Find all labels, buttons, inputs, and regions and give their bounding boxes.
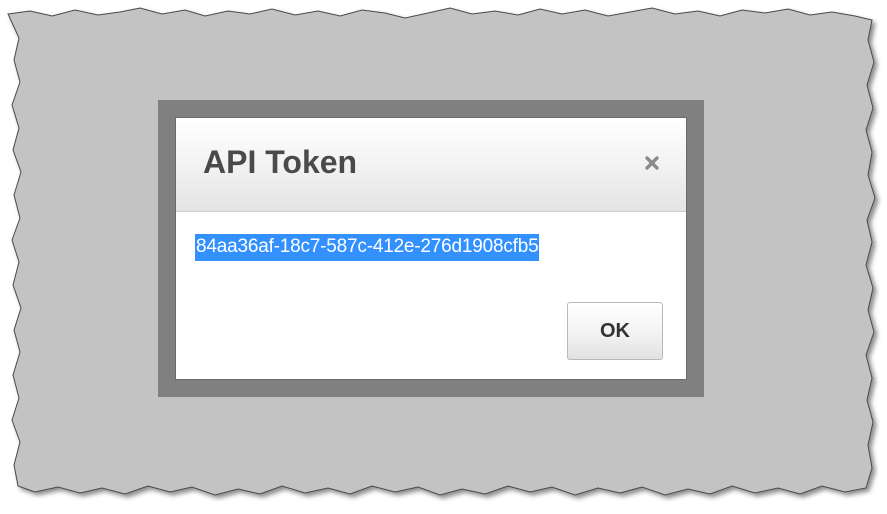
dialog-header: API Token [176,118,686,212]
token-container: 84aa36af-18c7-587c-412e-276d1908cfb5 [195,234,540,261]
close-button[interactable] [640,151,664,175]
close-icon [645,156,659,170]
ok-button[interactable]: OK [567,302,663,360]
modal-frame: API Token 84aa36af-18c7-587c-412e-276d19… [158,100,704,397]
api-token-value[interactable]: 84aa36af-18c7-587c-412e-276d1908cfb5 [195,234,540,261]
api-token-dialog: API Token 84aa36af-18c7-587c-412e-276d19… [175,117,687,380]
dialog-title: API Token [203,144,358,180]
